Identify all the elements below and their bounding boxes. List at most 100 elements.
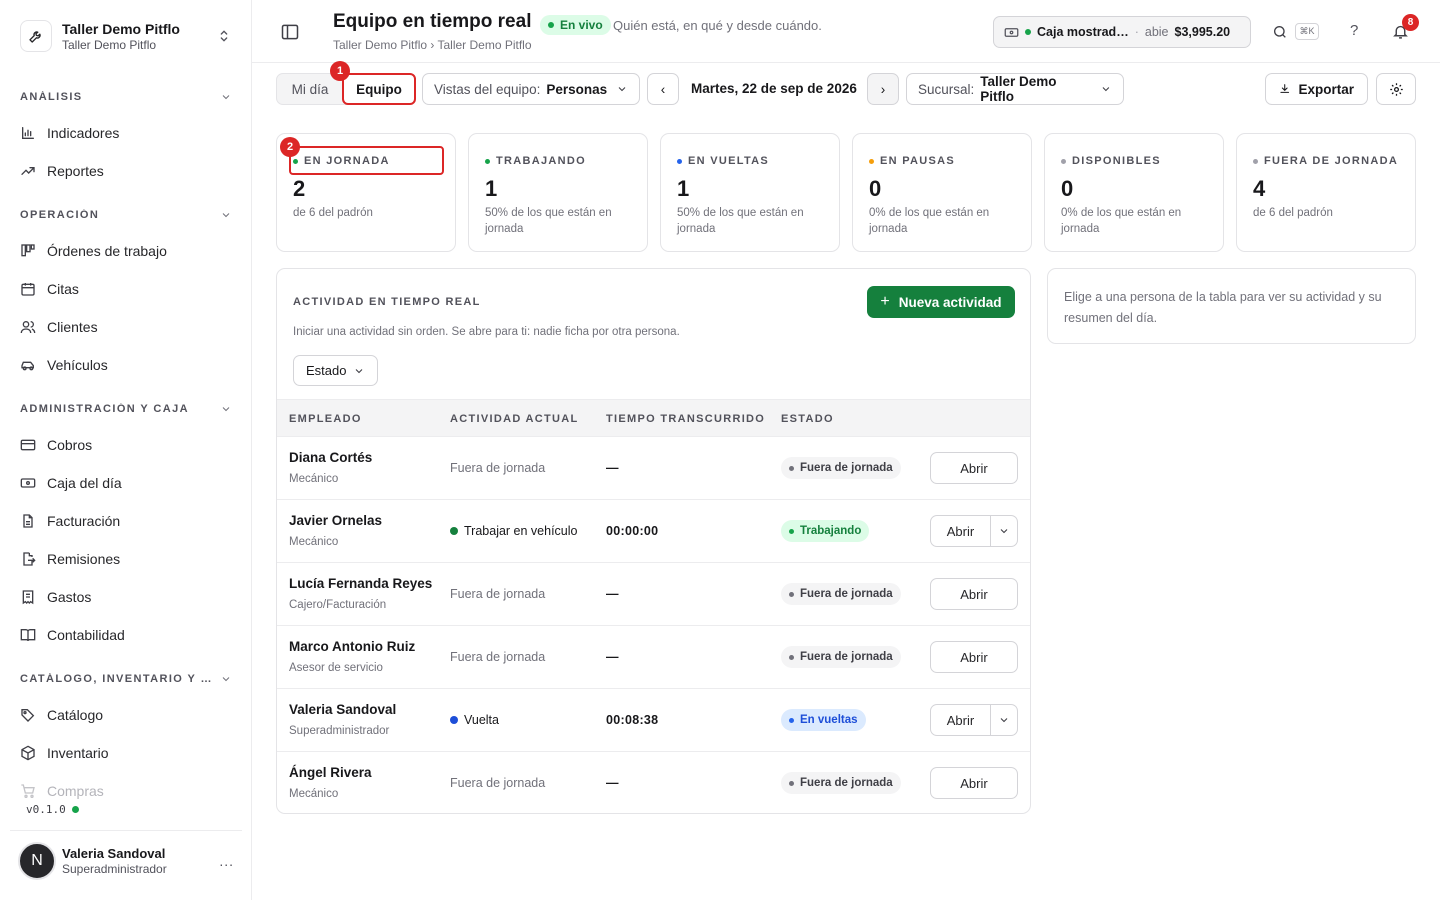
- sidebar-item-cobros[interactable]: Cobros: [10, 426, 242, 464]
- kpi-label: FUERA DE JORNADA: [1253, 155, 1398, 167]
- table-row[interactable]: Diana Cortés Mecánico Fuera de jornada —…: [277, 437, 1030, 500]
- table-row[interactable]: Marco Antonio Ruiz Asesor de servicio Fu…: [277, 626, 1030, 689]
- status-filter[interactable]: Estado: [293, 355, 378, 386]
- breadcrumb[interactable]: Taller Demo Pitflo › Taller Demo Pitflo: [333, 38, 532, 52]
- open-button[interactable]: Abrir: [930, 578, 1018, 610]
- settings-button[interactable]: [1376, 73, 1416, 105]
- current-activity: Trabajar en vehículo: [450, 524, 578, 538]
- column-tiempo[interactable]: TIEMPO TRANSCURRIDO: [606, 413, 765, 425]
- activity-title: ACTIVIDAD EN TIEMPO REAL: [293, 296, 481, 308]
- kpi-en-vueltas[interactable]: EN VUELTAS 1 50% de los que están en jor…: [660, 133, 840, 252]
- sidebar-item-caja[interactable]: Caja del día: [10, 464, 242, 502]
- kpi-value: 2: [293, 176, 306, 201]
- tab-equipo[interactable]: Equipo: [342, 73, 416, 105]
- team-views-label: Vistas del equipo:: [434, 81, 541, 97]
- section-operacion[interactable]: OPERACIÓN: [10, 198, 242, 232]
- sidebar-item-clientes[interactable]: Clientes: [10, 308, 242, 346]
- open-menu-button[interactable]: [991, 714, 1017, 726]
- team-views-select[interactable]: Vistas del equipo: Personas: [422, 73, 640, 105]
- cash-icon: [1004, 27, 1019, 37]
- user-role: Superadministrador: [62, 861, 167, 876]
- column-empleado[interactable]: EMPLEADO: [289, 413, 362, 425]
- kpi-label: EN PAUSAS: [869, 155, 955, 167]
- sidebar-item-reportes[interactable]: Reportes: [10, 152, 242, 190]
- open-button[interactable]: Abrir: [931, 516, 991, 546]
- kpi-trabajando[interactable]: TRABAJANDO 1 50% de los que están en jor…: [468, 133, 648, 252]
- open-button[interactable]: Abrir: [930, 641, 1018, 673]
- sidebar-item-remisiones[interactable]: Remisiones: [10, 540, 242, 578]
- trending-up-icon: [21, 167, 35, 175]
- sidebar-item-indicadores[interactable]: Indicadores: [10, 114, 242, 152]
- help-icon[interactable]: ?: [1350, 22, 1358, 39]
- kpi-en-pausas[interactable]: EN PAUSAS 0 0% de los que están en jorna…: [852, 133, 1032, 252]
- team-views-value: Personas: [546, 81, 608, 97]
- chevron-updown-icon: [220, 30, 228, 42]
- box-icon: [21, 745, 35, 761]
- status-dot: [789, 465, 794, 471]
- employee-name: Marco Antonio Ruiz: [289, 639, 416, 654]
- open-menu-button[interactable]: [991, 525, 1017, 537]
- file-export-icon: [23, 552, 36, 566]
- chevron-down-icon: [618, 87, 626, 92]
- sidebar-item-catalogo[interactable]: Catálogo: [10, 696, 242, 734]
- status-dot: [71, 806, 79, 813]
- shortcut-hint: ⌘K: [1295, 23, 1319, 40]
- kpi-fuera-de-jornada[interactable]: FUERA DE JORNADA 4 de 6 del padrón: [1236, 133, 1416, 252]
- user-menu[interactable]: N Valeria Sandoval Superadministrador ..…: [10, 830, 242, 890]
- search-icon[interactable]: [1272, 24, 1288, 40]
- sidebar-item-ordenes[interactable]: Órdenes de trabajo: [10, 232, 242, 270]
- sidebar-item-vehiculos[interactable]: Vehículos: [10, 346, 242, 384]
- receipt-icon: [22, 590, 34, 605]
- chevron-down-icon: [1000, 718, 1008, 723]
- kpi-dot: [485, 158, 490, 164]
- page-title: Equipo en tiempo real: [333, 11, 532, 32]
- table-row[interactable]: Lucía Fernanda Reyes Cajero/Facturación …: [277, 563, 1030, 626]
- open-button[interactable]: Abrir: [931, 705, 991, 735]
- wrench-icon: [20, 20, 52, 52]
- sidebar-item-facturacion[interactable]: Facturación: [10, 502, 242, 540]
- kanban-icon: [21, 244, 35, 257]
- elapsed-time: —: [606, 650, 619, 664]
- section-catalogo[interactable]: CATÁLOGO, INVENTARIO Y CO…: [10, 662, 242, 696]
- cash-register-button[interactable]: Caja mostrad… · abie $3,995.20: [993, 16, 1251, 48]
- export-button[interactable]: Exportar: [1265, 73, 1368, 105]
- kpi-label: DISPONIBLES: [1061, 155, 1161, 167]
- chevron-down-icon: [1000, 529, 1008, 534]
- table-row[interactable]: Javier Ornelas Mecánico Trabajar en vehí…: [277, 500, 1030, 563]
- sidebar-item-contabilidad[interactable]: Contabilidad: [10, 616, 242, 654]
- employee-role: Mecánico: [289, 473, 339, 485]
- annotation-marker-1: 1: [330, 61, 350, 81]
- more-icon[interactable]: ...: [219, 853, 234, 869]
- table-row[interactable]: Ángel Rivera Mecánico Fuera de jornada —…: [277, 752, 1030, 813]
- workspace-switcher[interactable]: Taller Demo Pitflo Taller Demo Pitflo: [10, 8, 242, 64]
- file-text-icon: [23, 514, 33, 528]
- live-dot: [548, 22, 554, 28]
- section-analisis[interactable]: ANÁLISIS: [10, 80, 242, 114]
- avatar: N: [18, 841, 56, 880]
- sidebar-nav: ANÁLISIS Indicadores Reportes OPERACIÓN …: [10, 80, 242, 810]
- next-day-button[interactable]: ›: [867, 73, 899, 105]
- column-actividad[interactable]: ACTIVIDAD ACTUAL: [450, 413, 579, 425]
- kpi-value: 0: [1061, 176, 1074, 201]
- new-activity-button[interactable]: + Nueva actividad: [867, 286, 1015, 318]
- table-row[interactable]: Valeria Sandoval Superadministrador Vuel…: [277, 689, 1030, 752]
- open-button[interactable]: Abrir: [930, 452, 1018, 484]
- person-detail-panel: Elige a una persona de la tabla para ver…: [1047, 268, 1416, 344]
- status-badge: Fuera de jornada: [781, 457, 901, 479]
- tags-icon: [21, 709, 35, 722]
- section-administracion[interactable]: ADMINISTRACIÓN Y CAJA: [10, 392, 242, 426]
- kpi-en-jornada[interactable]: EN JORNADA 2 de 6 del padrón: [276, 133, 456, 252]
- chevron-down-icon: [222, 407, 230, 412]
- sidebar-item-inventario[interactable]: Inventario: [10, 734, 242, 772]
- kpi-disponibles[interactable]: DISPONIBLES 0 0% de los que están en jor…: [1044, 133, 1224, 252]
- status-dot: [789, 717, 794, 723]
- open-button[interactable]: Abrir: [930, 767, 1018, 799]
- status-badge: En vueltas: [781, 709, 866, 731]
- sidebar-item-gastos[interactable]: Gastos: [10, 578, 242, 616]
- branch-select[interactable]: Sucursal: Taller Demo Pitflo: [906, 73, 1124, 105]
- column-estado[interactable]: ESTADO: [781, 413, 834, 425]
- previous-day-button[interactable]: ‹: [647, 73, 679, 105]
- sidebar-item-citas[interactable]: Citas: [10, 270, 242, 308]
- chevron-down-icon: [222, 677, 230, 682]
- sidebar-toggle-icon[interactable]: [280, 22, 300, 42]
